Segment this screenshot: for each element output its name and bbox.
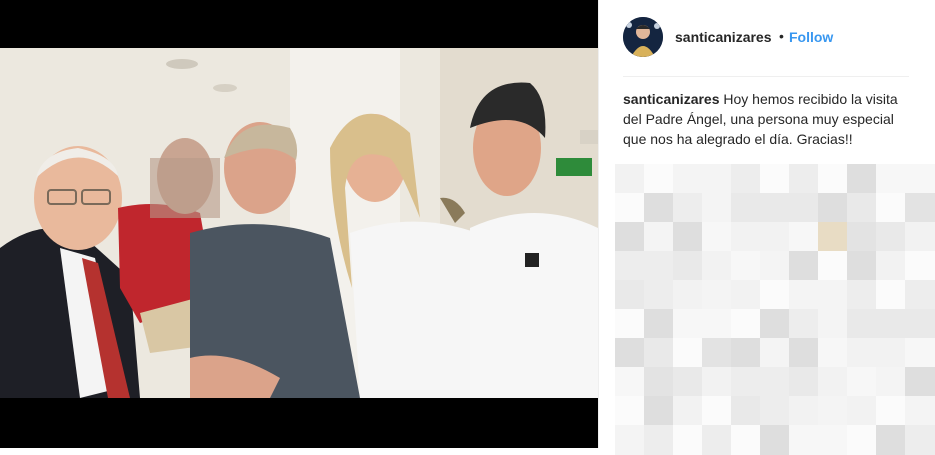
header-divider xyxy=(623,76,909,77)
pixelated-comments-area xyxy=(615,164,935,455)
separator-dot: • xyxy=(779,28,784,44)
post-photo[interactable] xyxy=(0,48,598,398)
post-media xyxy=(0,0,598,448)
caption-username[interactable]: santicanizares xyxy=(623,91,720,107)
post-caption: santicanizares Hoy hemos recibido la vis… xyxy=(623,89,909,149)
post-header: santicanizares • Follow xyxy=(599,0,935,76)
follow-button[interactable]: Follow xyxy=(789,29,833,45)
post-sidebar: santicanizares • Follow santicanizares H… xyxy=(598,0,935,455)
avatar[interactable] xyxy=(623,17,663,57)
header-username[interactable]: santicanizares xyxy=(675,29,772,45)
